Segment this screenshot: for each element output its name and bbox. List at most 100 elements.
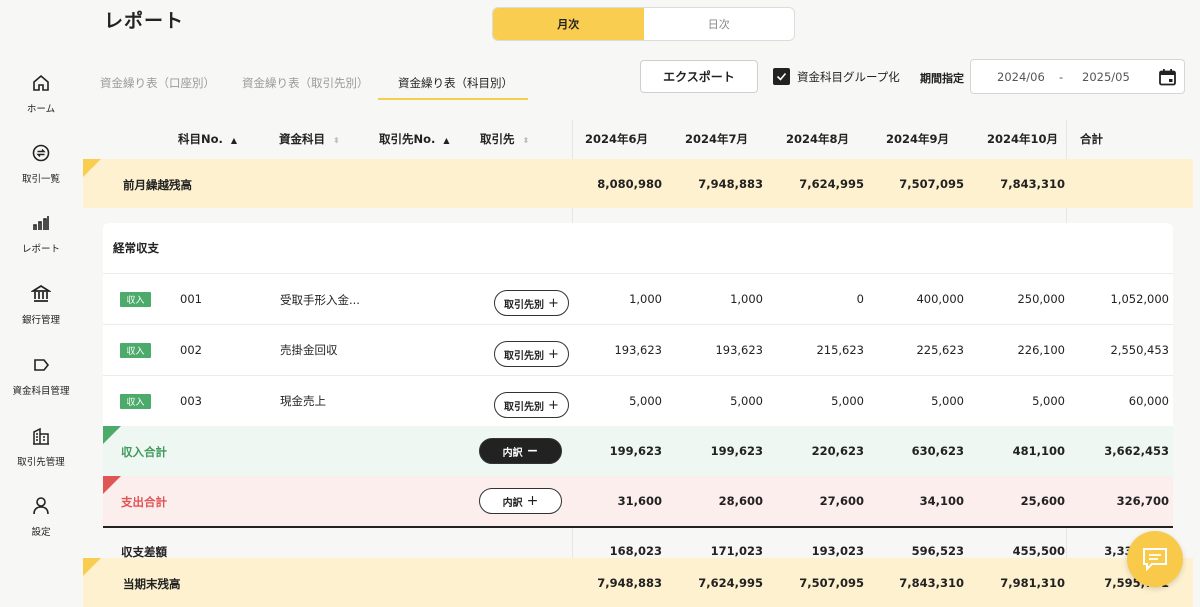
account-no-cell: 001 — [180, 292, 202, 306]
table-row: 収入 001 受取手形入金... 取引先別 + 1,000 1,000 0 400… — [83, 274, 1193, 324]
sidebar-item-transactions[interactable]: 取引一覧 — [0, 143, 82, 203]
closing-balance-row: 当期末残高 7,948,883 7,624,995 7,507,095 7,84… — [83, 558, 1193, 607]
group-checkbox-label: 資金科目グループ化 — [797, 70, 900, 84]
value-cell: 5,000 — [629, 394, 662, 408]
tab-by-subject[interactable]: 資金繰り表（科目別） — [398, 75, 513, 91]
value-cell: 7,507,095 — [799, 576, 864, 590]
opening-balance-row: 前月繰越残高 8,080,980 7,948,883 7,624,995 7,5… — [83, 159, 1193, 208]
sidebar-item-label: 銀行管理 — [21, 315, 60, 326]
income-total-row: 収入合計 内訳 − 199,623 199,623 220,623 630,623… — [103, 426, 1173, 476]
value-cell: 1,000 — [730, 292, 763, 306]
balance-row: 収支差額 168,023 171,023 193,023 596,523 455… — [83, 528, 1193, 559]
value-cell: 7,624,995 — [698, 576, 763, 590]
value-cell: 250,000 — [1017, 292, 1065, 306]
account-name-cell: 受取手形入金... — [280, 293, 360, 307]
account-no-cell: 002 — [180, 343, 202, 357]
value-cell: 7,843,310 — [1000, 177, 1065, 191]
account-no-cell: 003 — [180, 394, 202, 408]
toggle-monthly[interactable]: 月次 — [493, 8, 644, 40]
value-cell: 5,000 — [931, 394, 964, 408]
total-cell: 326,700 — [1116, 494, 1169, 508]
value-cell: 199,623 — [609, 444, 662, 458]
row-marker — [103, 426, 121, 444]
calendar-icon[interactable] — [1158, 68, 1177, 87]
header-total: 合計 — [1080, 132, 1103, 146]
toggle-daily[interactable]: 日次 — [644, 8, 795, 40]
sidebar-item-settings[interactable]: 設定 — [0, 496, 82, 556]
value-cell: 630,623 — [911, 444, 964, 458]
sidebar-item-report[interactable]: レポート — [0, 213, 82, 273]
total-cell: 60,000 — [1128, 394, 1169, 408]
sidebar-item-partners[interactable]: 取引先管理 — [0, 426, 82, 486]
value-cell: 5,000 — [1032, 394, 1065, 408]
date-range-input[interactable]: 2024/06 - 2025/05 — [970, 59, 1185, 94]
header-account[interactable]: 資金科目 ⬍ — [279, 131, 340, 147]
breakdown-expand-button[interactable]: 内訳 + — [479, 488, 562, 514]
value-cell: 215,623 — [816, 343, 864, 357]
value-cell: 199,623 — [710, 444, 763, 458]
cashflow-table: 科目No. ▲ 資金科目 ⬍ 取引先No. ▲ 取引先 ⬍ 2024年6月 2024年7… — [83, 120, 1200, 607]
user-icon — [33, 497, 49, 515]
value-cell: 28,600 — [718, 494, 763, 508]
value-cell: 27,600 — [819, 494, 864, 508]
building-icon — [33, 427, 49, 445]
value-cell: 7,507,095 — [899, 177, 964, 191]
row-label: 収入合計 — [121, 445, 167, 459]
date-from[interactable]: 2024/06 — [997, 70, 1045, 84]
expense-total-row: 支出合計 内訳 + 31,600 28,600 27,600 34,100 25,… — [103, 476, 1173, 526]
tag-icon — [34, 359, 50, 371]
exchange-icon — [32, 144, 50, 162]
value-cell: 193,623 — [715, 343, 763, 357]
sidebar-item-label: 設定 — [31, 527, 51, 538]
value-cell: 7,981,310 — [1000, 576, 1065, 590]
chat-icon — [1143, 548, 1167, 572]
by-partner-button[interactable]: 取引先別 + — [494, 290, 569, 316]
tab-by-partner[interactable]: 資金繰り表（取引先別） — [242, 75, 369, 91]
header-month: 2024年8月 — [786, 132, 850, 146]
header-partner[interactable]: 取引先 ⬍ — [480, 131, 529, 147]
value-cell: 7,948,883 — [698, 177, 763, 191]
by-partner-button[interactable]: 取引先別 + — [494, 392, 569, 418]
row-label: 当期末残高 — [123, 577, 181, 591]
value-cell: 31,600 — [617, 494, 662, 508]
total-cell: 1,052,000 — [1110, 292, 1169, 306]
header-partner-no[interactable]: 取引先No. ▲ — [379, 131, 450, 147]
sidebar-item-home[interactable]: ホーム — [0, 73, 82, 133]
value-cell: 193,023 — [811, 544, 864, 558]
account-name-cell: 売掛金回収 — [280, 343, 338, 357]
row-label: 前月繰越残高 — [123, 178, 192, 192]
group-checkbox[interactable] — [773, 68, 790, 85]
check-icon — [776, 72, 787, 81]
header-month: 2024年6月 — [585, 132, 649, 146]
sidebar-item-label: 取引先管理 — [17, 457, 65, 468]
total-cell: 2,550,453 — [1110, 343, 1169, 357]
table-row: 収入 003 現金売上 取引先別 + 5,000 5,000 5,000 5,00… — [83, 376, 1193, 426]
by-partner-button[interactable]: 取引先別 + — [494, 341, 569, 367]
value-cell: 7,948,883 — [597, 576, 662, 590]
sidebar-item-label: 取引一覧 — [21, 174, 60, 185]
export-button[interactable]: エクスポート — [640, 60, 758, 93]
value-cell: 34,100 — [919, 494, 964, 508]
value-cell: 1,000 — [629, 292, 662, 306]
account-name-cell: 現金売上 — [280, 394, 326, 408]
total-cell: 3,662,453 — [1104, 444, 1169, 458]
header-month: 2024年10月 — [987, 132, 1059, 146]
value-cell: 171,023 — [710, 544, 763, 558]
sidebar-item-label: レポート — [21, 244, 60, 255]
value-cell: 225,623 — [916, 343, 964, 357]
row-marker — [103, 476, 121, 494]
value-cell: 400,000 — [916, 292, 964, 306]
date-to[interactable]: 2025/05 — [1082, 70, 1130, 84]
chat-button[interactable] — [1127, 531, 1183, 587]
sidebar-item-accounts[interactable]: 資金科目管理 — [0, 355, 82, 415]
value-cell: 25,600 — [1020, 494, 1065, 508]
header-account-no[interactable]: 科目No. ▲ — [178, 131, 237, 147]
bank-icon — [31, 284, 51, 302]
sidebar-item-bank[interactable]: 銀行管理 — [0, 284, 82, 344]
breakdown-collapse-button[interactable]: 内訳 − — [479, 438, 562, 464]
row-label: 支出合計 — [121, 495, 167, 509]
income-badge: 収入 — [120, 394, 151, 409]
tab-by-account[interactable]: 資金繰り表（口座別） — [100, 75, 215, 91]
value-cell: 481,100 — [1012, 444, 1065, 458]
row-marker — [83, 159, 101, 177]
